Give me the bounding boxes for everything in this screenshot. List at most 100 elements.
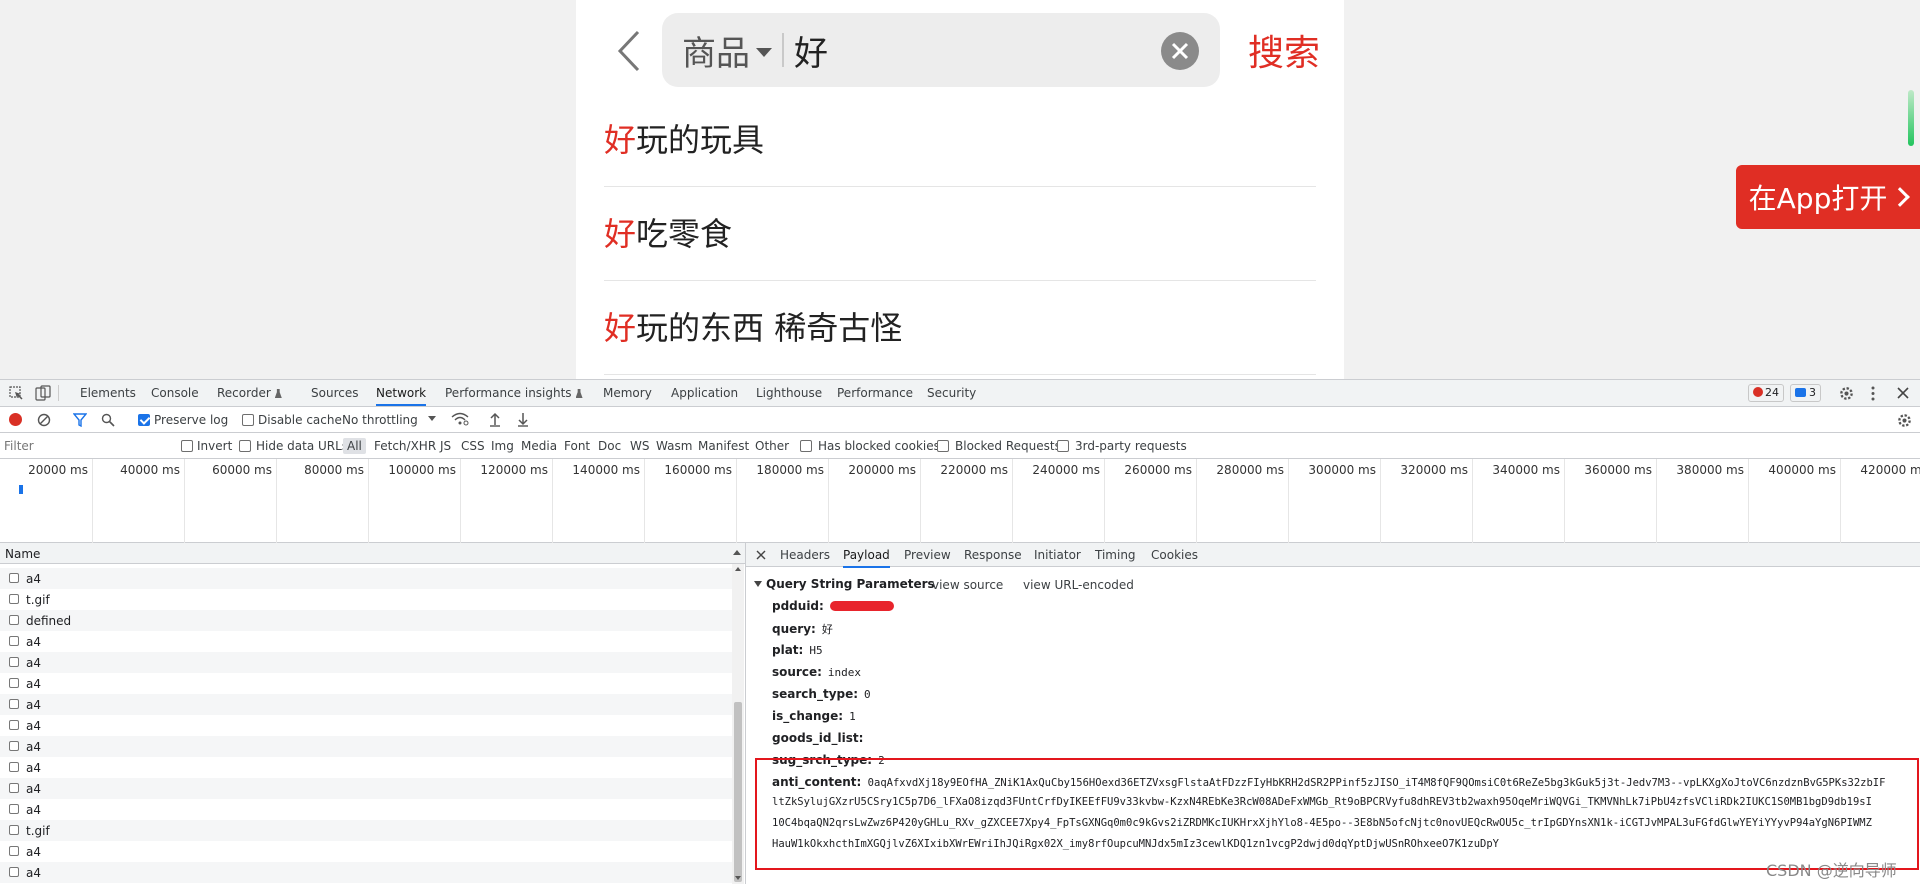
has-blocked-cookies-checkbox[interactable]	[800, 440, 812, 452]
close-devtools-icon[interactable]	[1897, 387, 1909, 402]
tab-timing[interactable]: Timing	[1095, 548, 1136, 562]
disable-cache-checkbox[interactable]	[242, 414, 254, 426]
request-list-scrollbar[interactable]	[732, 564, 744, 884]
tab-preview[interactable]: Preview	[904, 548, 951, 562]
tab-elements[interactable]: Elements	[80, 386, 136, 400]
tab-cookies[interactable]: Cookies	[1151, 548, 1198, 562]
suggestion-item[interactable]: 好玩的玩具	[604, 93, 1316, 187]
tab-console[interactable]: Console	[151, 386, 199, 400]
timeline-tick-label: 380000 ms	[1676, 463, 1744, 477]
scroll-indicator[interactable]	[1908, 90, 1914, 146]
timeline-gridline	[1564, 459, 1565, 543]
tab-headers[interactable]: Headers	[780, 548, 830, 562]
more-options-icon[interactable]	[1870, 386, 1876, 404]
filter-type-font[interactable]: Font	[564, 439, 590, 453]
table-row[interactable]: a4	[0, 841, 734, 862]
tab-sources[interactable]: Sources	[311, 386, 358, 400]
tab-network[interactable]: Network	[376, 386, 427, 406]
scroll-up-icon[interactable]	[735, 567, 741, 571]
request-name: a4	[26, 677, 41, 691]
tab-response[interactable]: Response	[964, 548, 1022, 562]
search-button[interactable]: 搜索	[1248, 24, 1320, 76]
back-icon[interactable]	[604, 26, 654, 76]
tab-performance[interactable]: Performance	[837, 386, 913, 400]
filter-type-media[interactable]: Media	[521, 439, 557, 453]
timeline-gridline	[184, 459, 185, 543]
tab-lighthouse[interactable]: Lighthouse	[756, 386, 822, 400]
settings-gear-icon[interactable]	[1839, 386, 1854, 404]
view-source-link[interactable]: view source	[932, 578, 1003, 592]
request-list-header[interactable]: Name	[0, 543, 745, 564]
filter-type-wasm[interactable]: Wasm	[656, 439, 692, 453]
export-har-icon[interactable]	[517, 412, 529, 430]
message-count-badge[interactable]: 3	[1790, 384, 1821, 402]
filter-icon[interactable]	[72, 413, 88, 430]
timeline-tick-label: 220000 ms	[940, 463, 1008, 477]
tab-performance-insights[interactable]: Performance insights	[445, 386, 583, 400]
suggestion-item[interactable]: 好吃零食	[604, 187, 1316, 281]
network-conditions-icon[interactable]	[451, 412, 469, 429]
network-overview-timeline[interactable]: 20000 ms 40000 ms 60000 ms 80000 ms 100000 m…	[0, 459, 1920, 543]
table-row[interactable]: a4	[0, 694, 734, 715]
table-row[interactable]: defined	[0, 610, 734, 631]
timeline-tick-label: 60000 ms	[212, 463, 272, 477]
request-type-icon	[9, 678, 19, 688]
hide-data-urls-checkbox[interactable]	[239, 440, 251, 452]
timeline-tick-label: 100000 ms	[388, 463, 456, 477]
tab-recorder-label: Recorder	[217, 386, 271, 400]
table-row[interactable]: t.gif	[0, 589, 734, 610]
tab-security[interactable]: Security	[927, 386, 976, 400]
category-dropdown[interactable]: 商品	[682, 28, 772, 74]
table-row[interactable]: a4	[0, 757, 734, 778]
table-row[interactable]: a4	[0, 799, 734, 820]
filter-type-other[interactable]: Other	[755, 439, 789, 453]
table-row[interactable]: a4	[0, 652, 734, 673]
inspect-element-icon[interactable]	[9, 386, 23, 403]
message-count: 3	[1809, 386, 1816, 399]
clear-icon[interactable]	[1161, 32, 1199, 70]
view-url-encoded-link[interactable]: view URL-encoded	[1023, 578, 1134, 592]
tab-initiator[interactable]: Initiator	[1034, 548, 1081, 562]
filter-type-doc[interactable]: Doc	[598, 439, 621, 453]
third-party-requests-checkbox[interactable]	[1057, 440, 1069, 452]
query-string-section-header[interactable]: Query String Parameters	[754, 577, 935, 591]
tab-memory[interactable]: Memory	[603, 386, 652, 400]
device-toolbar-icon[interactable]	[35, 385, 51, 404]
error-count-badge[interactable]: 24	[1748, 384, 1784, 402]
filter-input[interactable]	[4, 437, 164, 455]
filter-type-fetch-xhr[interactable]: Fetch/XHR	[374, 439, 436, 453]
suggestion-item[interactable]: 好玩的东西 稀奇古怪	[604, 281, 1316, 375]
preserve-log-checkbox[interactable]	[138, 414, 150, 426]
table-row[interactable]: a4	[0, 778, 734, 799]
screen: 商品 搜索 好玩的玩具 好吃零食 好玩的东西 稀奇古怪 在App打开	[0, 0, 1920, 884]
table-row[interactable]: a4	[0, 715, 734, 736]
filter-type-all[interactable]: All	[343, 438, 366, 454]
open-in-app-button[interactable]: 在App打开	[1736, 165, 1920, 229]
tab-application[interactable]: Application	[671, 386, 738, 400]
table-row[interactable]: a4	[0, 568, 734, 589]
invert-checkbox[interactable]	[181, 440, 193, 452]
record-icon[interactable]	[9, 413, 22, 426]
table-row[interactable]: a4	[0, 673, 734, 694]
tab-recorder[interactable]: Recorder	[217, 386, 282, 400]
filter-type-js[interactable]: JS	[440, 439, 451, 453]
scroll-down-icon[interactable]	[735, 876, 741, 880]
search-icon[interactable]	[101, 413, 115, 430]
filter-type-img[interactable]: Img	[491, 439, 514, 453]
filter-type-css[interactable]: CSS	[461, 439, 485, 453]
filter-type-ws[interactable]: WS	[630, 439, 649, 453]
clear-log-icon[interactable]	[37, 413, 51, 430]
import-har-icon[interactable]	[489, 412, 501, 430]
tab-payload[interactable]: Payload	[843, 548, 890, 568]
scrollbar-thumb[interactable]	[734, 702, 742, 882]
table-row[interactable]: a4	[0, 736, 734, 757]
close-detail-icon[interactable]	[756, 549, 766, 563]
throttling-select[interactable]: No throttling	[342, 413, 418, 427]
filter-type-manifest[interactable]: Manifest	[698, 439, 749, 453]
search-input[interactable]	[794, 24, 1154, 76]
table-row[interactable]: a4	[0, 631, 734, 652]
network-settings-gear-icon[interactable]	[1897, 413, 1912, 431]
blocked-requests-checkbox[interactable]	[937, 440, 949, 452]
table-row[interactable]: a4	[0, 862, 734, 883]
table-row[interactable]: t.gif	[0, 820, 734, 841]
